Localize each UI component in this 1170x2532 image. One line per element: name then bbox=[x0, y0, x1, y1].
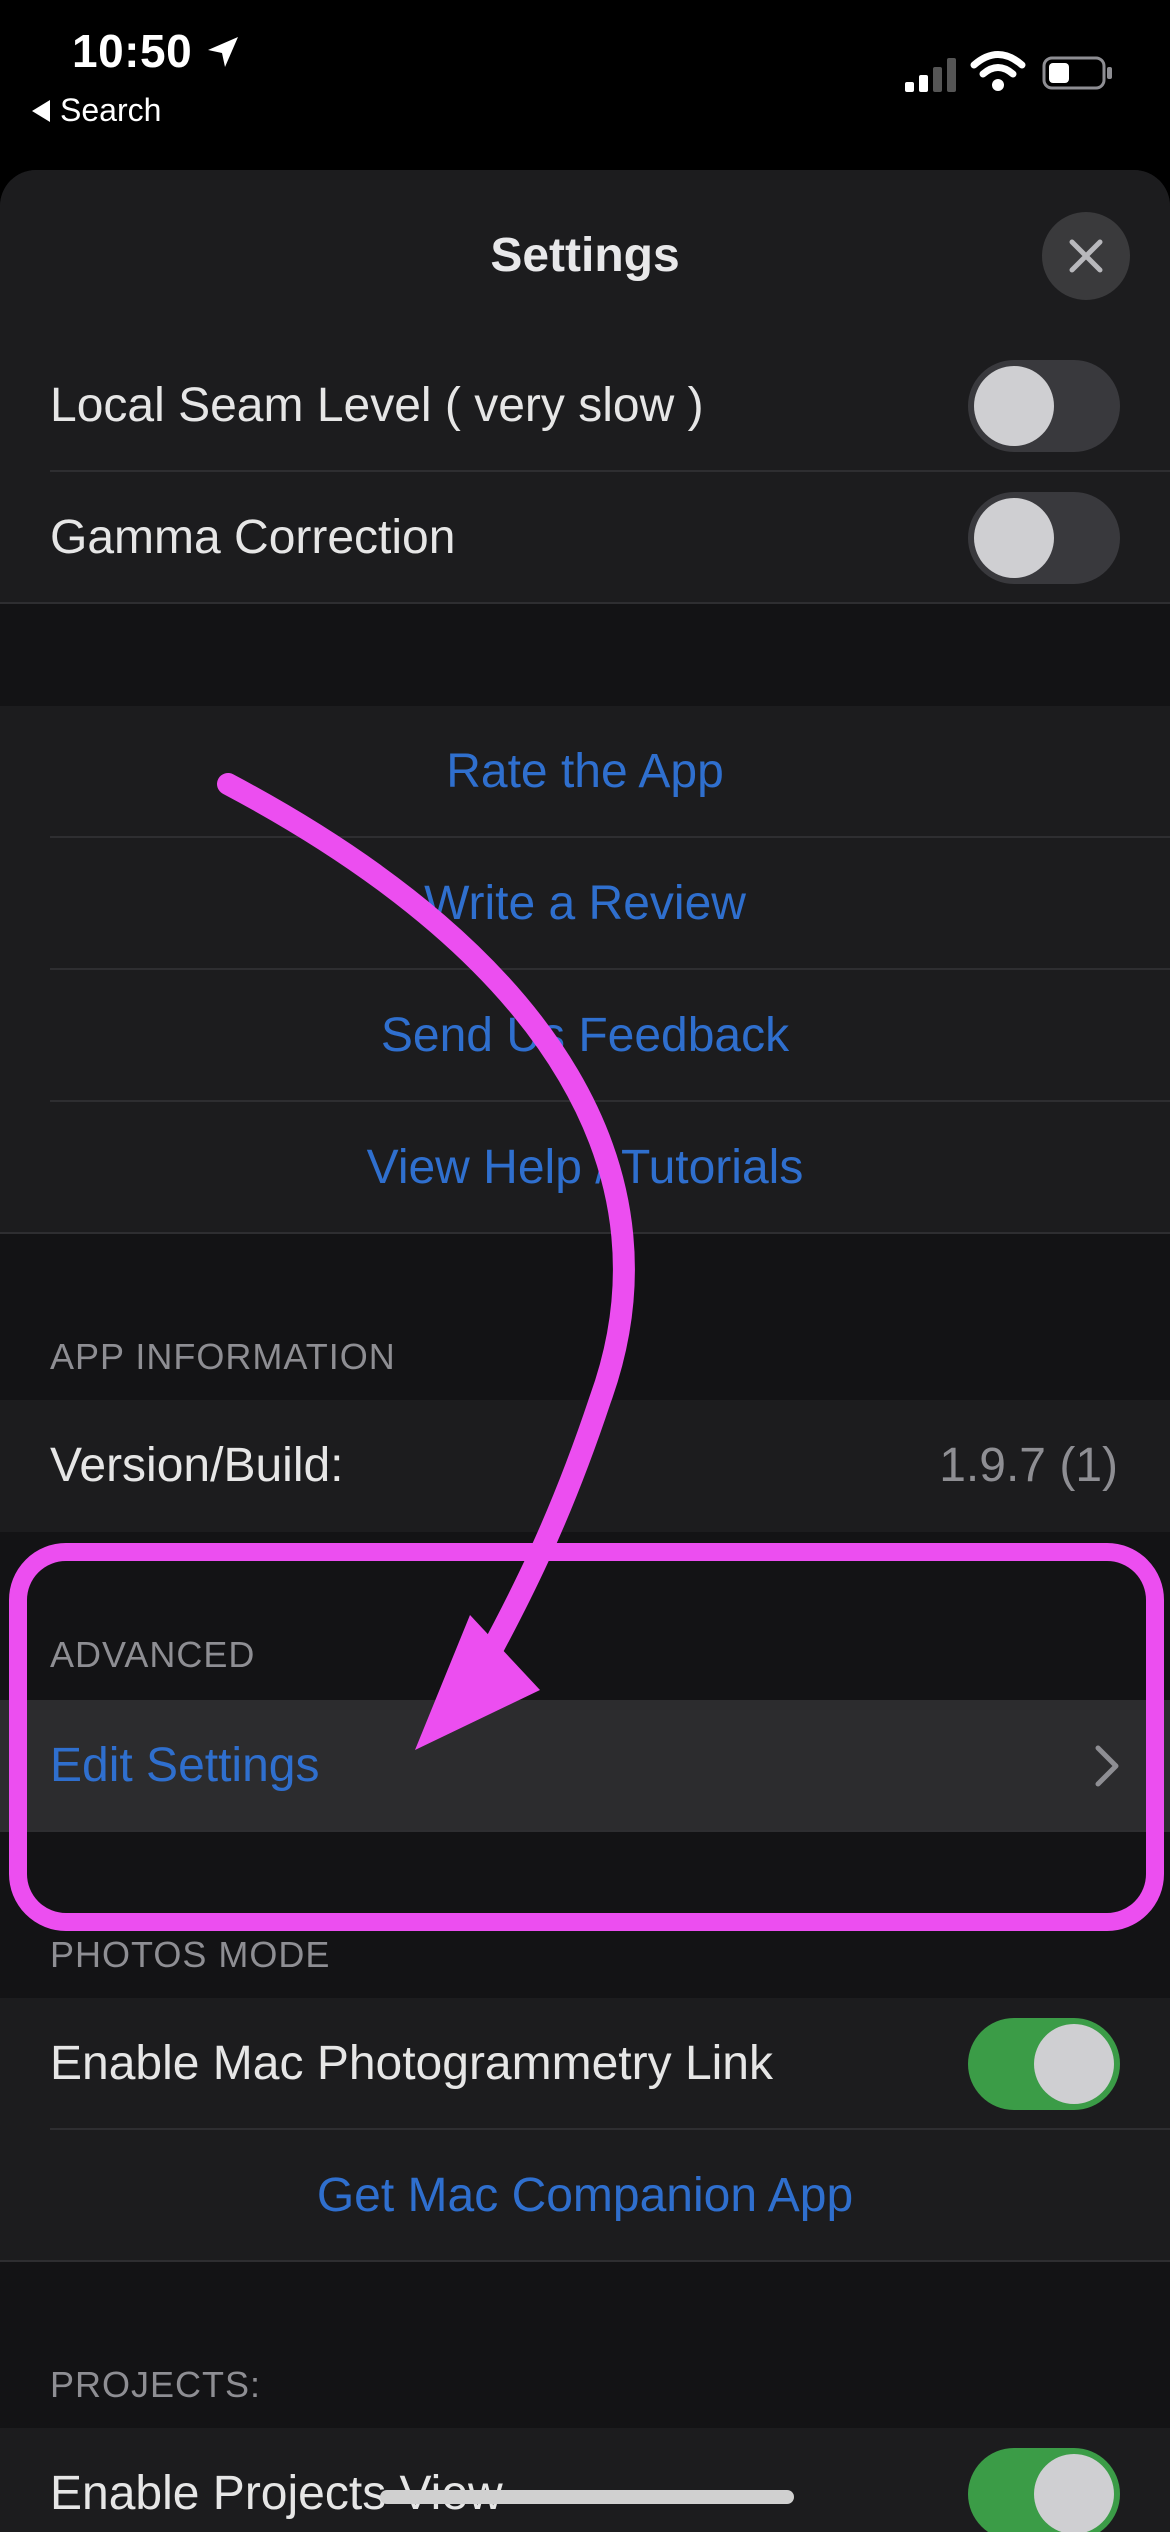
version-build-label: Version/Build: bbox=[50, 1439, 344, 1492]
location-arrow-icon bbox=[208, 37, 238, 67]
write-review-row[interactable]: Write a Review bbox=[0, 838, 1170, 970]
edit-settings-label[interactable]: Edit Settings bbox=[50, 1738, 319, 1793]
view-help-link[interactable]: View Help / Tutorials bbox=[0, 1140, 1170, 1195]
projects-view-toggle[interactable] bbox=[968, 2448, 1120, 2532]
cellular-signal-icon bbox=[905, 58, 956, 92]
status-time: 10:50 bbox=[72, 25, 193, 77]
advanced-header: ADVANCED bbox=[50, 1634, 256, 1675]
write-review-link[interactable]: Write a Review bbox=[0, 876, 1170, 931]
local-seam-level-label: Local Seam Level ( very slow ) bbox=[50, 379, 704, 432]
mac-companion-link[interactable]: Get Mac Companion App bbox=[0, 2168, 1170, 2223]
projects-header: PROJECTS: bbox=[50, 2364, 262, 2405]
send-feedback-row[interactable]: Send Us Feedback bbox=[0, 970, 1170, 1102]
back-triangle-icon bbox=[32, 99, 50, 122]
version-build-row: Version/Build: 1.9.7 (1) bbox=[0, 1400, 1170, 1532]
battery-icon bbox=[1042, 56, 1112, 90]
view-help-row[interactable]: View Help / Tutorials bbox=[0, 1102, 1170, 1234]
mac-companion-row[interactable]: Get Mac Companion App bbox=[0, 2130, 1170, 2262]
page-title: Settings bbox=[490, 229, 680, 282]
back-to-search-link[interactable]: Search bbox=[32, 92, 161, 129]
close-icon bbox=[1069, 239, 1103, 273]
settings-sheet: Settings Local Seam Level ( very slow ) … bbox=[0, 170, 1170, 2532]
projects-view-row: Enable Projects View bbox=[0, 2428, 1170, 2532]
back-search-label: Search bbox=[60, 92, 162, 128]
edit-settings-row[interactable]: Edit Settings bbox=[0, 1700, 1170, 1832]
rate-app-row[interactable]: Rate the App bbox=[0, 706, 1170, 838]
chevron-right-icon bbox=[1095, 1745, 1119, 1787]
app-information-header: APP INFORMATION bbox=[50, 1336, 396, 1377]
close-button[interactable] bbox=[1042, 212, 1130, 300]
mac-photogrammetry-label: Enable Mac Photogrammetry Link bbox=[50, 2037, 773, 2090]
gamma-correction-label: Gamma Correction bbox=[50, 511, 456, 564]
mac-photogrammetry-toggle[interactable] bbox=[968, 2018, 1120, 2110]
status-bar: 10:50 Search bbox=[0, 0, 1170, 165]
local-seam-level-toggle[interactable] bbox=[968, 360, 1120, 452]
wifi-icon bbox=[970, 51, 1026, 91]
photos-mode-header: PHOTOS MODE bbox=[50, 1934, 331, 1975]
send-feedback-link[interactable]: Send Us Feedback bbox=[0, 1008, 1170, 1063]
home-indicator bbox=[380, 2490, 794, 2504]
mac-photogrammetry-row: Enable Mac Photogrammetry Link bbox=[0, 1998, 1170, 2130]
gamma-correction-row: Gamma Correction bbox=[0, 472, 1170, 604]
local-seam-level-row: Local Seam Level ( very slow ) bbox=[0, 340, 1170, 472]
sheet-header: Settings bbox=[0, 170, 1170, 342]
gamma-correction-toggle[interactable] bbox=[968, 492, 1120, 584]
rate-app-link[interactable]: Rate the App bbox=[0, 744, 1170, 799]
version-build-value: 1.9.7 (1) bbox=[939, 1439, 1118, 1492]
